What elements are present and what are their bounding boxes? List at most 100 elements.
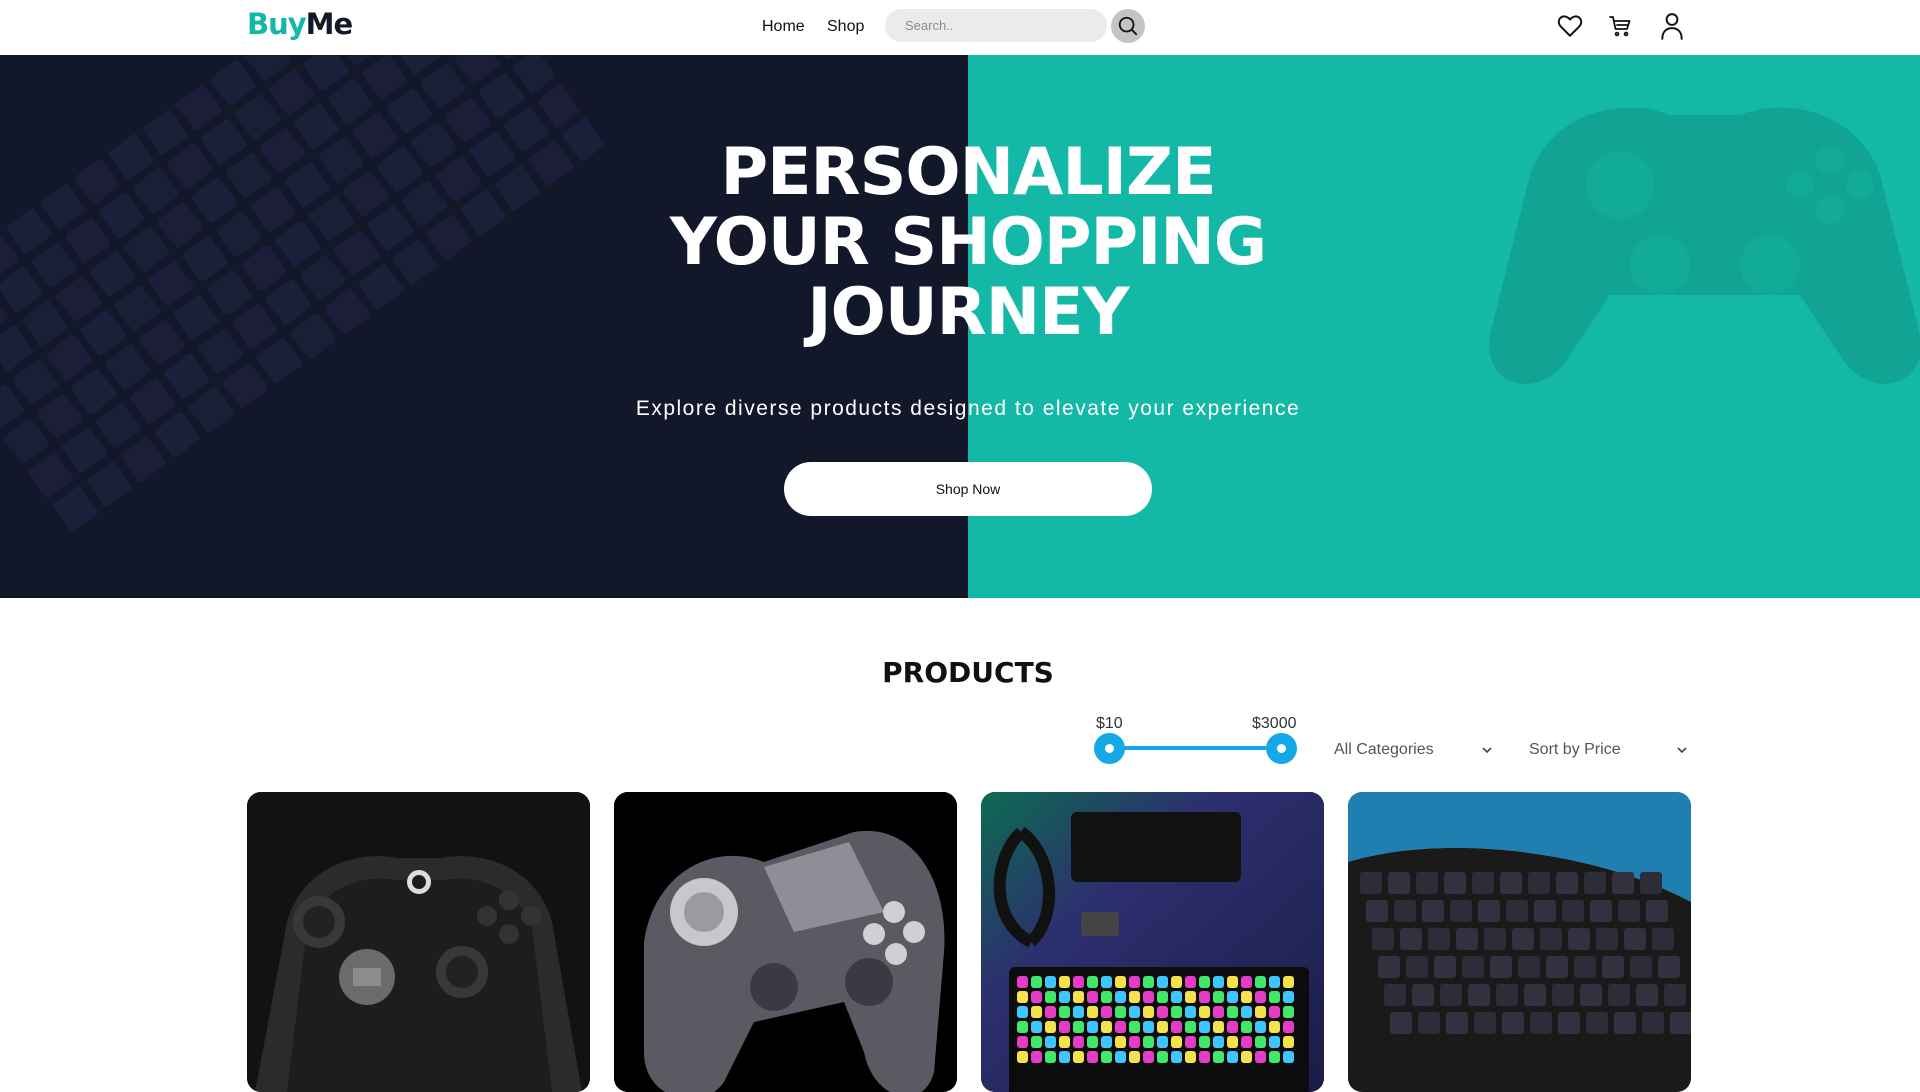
keyboard-key-shape <box>410 121 457 168</box>
keyboard-key-shape <box>1073 1051 1084 1063</box>
keyboard-key-shape <box>401 180 448 227</box>
product-card[interactable] <box>247 792 590 1092</box>
keyboard-key-shape <box>327 78 374 125</box>
cart-button[interactable] <box>1606 12 1634 40</box>
keyboard-key-shape <box>1255 1021 1266 1033</box>
keyboard-key-shape <box>1255 991 1266 1003</box>
keyboard-key-shape <box>123 226 170 273</box>
hero-title-line3: JOURNEY <box>560 278 1376 348</box>
keyboard-key-shape <box>1171 1036 1182 1048</box>
keyboard-key-shape <box>1269 1051 1280 1063</box>
keyboard-key-shape <box>1434 956 1456 978</box>
keyboard-key-shape <box>0 266 44 313</box>
keyboard-key-shape <box>293 102 340 149</box>
keyboard-key-shape <box>1552 984 1574 1006</box>
product-card[interactable] <box>614 792 957 1092</box>
keyboard-key-shape <box>148 260 195 307</box>
category-select-value: All Categories <box>1334 741 1434 759</box>
keyboard-key-shape <box>181 235 228 282</box>
keyboard-key-shape <box>1283 1021 1294 1033</box>
wishlist-button[interactable] <box>1556 12 1584 40</box>
shop-now-button[interactable]: Shop Now <box>784 462 1152 516</box>
keyboard-key-shape <box>265 278 312 325</box>
keyboard-key-shape <box>1213 1051 1224 1063</box>
xbox-controller-image <box>247 792 590 1092</box>
keyboard-key-shape <box>1213 976 1224 988</box>
product-card[interactable] <box>1348 792 1691 1092</box>
keyboard-key-shape <box>1045 976 1056 988</box>
price-range-track[interactable] <box>1109 746 1281 750</box>
keyboard-key-shape <box>302 55 349 91</box>
keyboard-key-shape <box>225 152 272 199</box>
product-card[interactable] <box>981 792 1324 1092</box>
keyboard-key-shape <box>1031 976 1042 988</box>
keyboard-key-shape <box>419 62 466 109</box>
search-button[interactable] <box>1111 9 1145 43</box>
keyboard-key-shape <box>1556 872 1578 894</box>
keyboard-key-shape <box>1185 1006 1196 1018</box>
keyboard-key-shape <box>1440 984 1462 1006</box>
search-icon <box>1117 15 1139 37</box>
keyboard-key-shape <box>317 136 364 183</box>
keyboard-key-shape <box>299 254 346 301</box>
keyboard-key-shape <box>1171 1051 1182 1063</box>
keyboard-key-shape <box>129 377 176 424</box>
sort-select[interactable]: Sort by Price <box>1529 738 1687 762</box>
account-button[interactable] <box>1658 12 1686 40</box>
keyboard-key-shape <box>1241 991 1252 1003</box>
keyboard-key-shape <box>2 417 49 464</box>
keyboard-key-shape <box>1269 1006 1280 1018</box>
keyboard-key-shape <box>1546 956 1568 978</box>
keyboard-key-shape <box>27 451 74 498</box>
keyboard-key-shape <box>1478 900 1500 922</box>
keyboard-key-shape <box>1059 1021 1070 1033</box>
price-max-slider-handle[interactable] <box>1266 733 1297 764</box>
keyboard-key-shape <box>36 393 83 440</box>
keyboard-key-shape <box>1269 1036 1280 1048</box>
keyboard-key-shape <box>1608 984 1630 1006</box>
keyboard-key-shape <box>1530 1012 1552 1034</box>
keyboard-key-shape <box>1444 872 1466 894</box>
hero-banner: PERSONALIZE YOUR SHOPPING JOURNEY Explor… <box>0 55 1920 598</box>
keyboard-key-shape <box>1283 1036 1294 1048</box>
keyboard-key-shape <box>154 411 201 458</box>
keyboard-key-shape <box>274 220 321 267</box>
keyboard-key-shape <box>1490 956 1512 978</box>
search-input[interactable] <box>885 9 1107 42</box>
hero-title-line1: PERSONALIZE <box>560 138 1376 208</box>
keyboard-key-shape <box>1115 1006 1126 1018</box>
heart-icon <box>1557 14 1583 38</box>
keyboard-key-shape <box>191 176 238 223</box>
hero-title: PERSONALIZE YOUR SHOPPING JOURNEY <box>560 138 1376 348</box>
nav-home-link[interactable]: Home <box>762 17 805 37</box>
price-min-slider-handle[interactable] <box>1094 733 1125 764</box>
keyboard-key-shape <box>114 284 161 331</box>
keyboard-key-shape <box>1580 984 1602 1006</box>
keyboard-key-shape <box>1171 991 1182 1003</box>
keyboard-key-shape <box>1394 900 1416 922</box>
keyboard-key-shape <box>1506 900 1528 922</box>
keyboard-key-shape <box>1171 976 1182 988</box>
keyboard-key-shape <box>1157 1036 1168 1048</box>
keyboard-key-shape <box>1500 872 1522 894</box>
keyboard-key-shape <box>324 288 371 335</box>
keyboard-key-shape <box>1227 1021 1238 1033</box>
brand-logo[interactable]: BuyMe <box>247 6 352 42</box>
keyboard-key-shape <box>342 170 389 217</box>
keyboard-key-shape <box>1586 1012 1608 1034</box>
keyboard-key-shape <box>351 112 398 159</box>
keyboard-key-shape <box>172 294 219 341</box>
keyboard-key-shape <box>478 72 525 119</box>
keyboard-key-shape <box>1640 872 1662 894</box>
keyboard-key-shape <box>1115 1051 1126 1063</box>
price-max-label: $3000 <box>1252 714 1297 734</box>
keyboard-key-shape <box>1031 1006 1042 1018</box>
keyboard-key-shape <box>1101 1021 1112 1033</box>
keyboard-key-shape <box>1241 1051 1252 1063</box>
keyboard-key-shape <box>1017 1036 1028 1048</box>
keyboard-key-shape <box>55 275 102 322</box>
keyboard-key-shape <box>1045 1021 1056 1033</box>
nav-shop-link[interactable]: Shop <box>827 17 864 37</box>
category-select[interactable]: All Categories <box>1334 738 1492 762</box>
keyboard-key-shape <box>1642 1012 1664 1034</box>
